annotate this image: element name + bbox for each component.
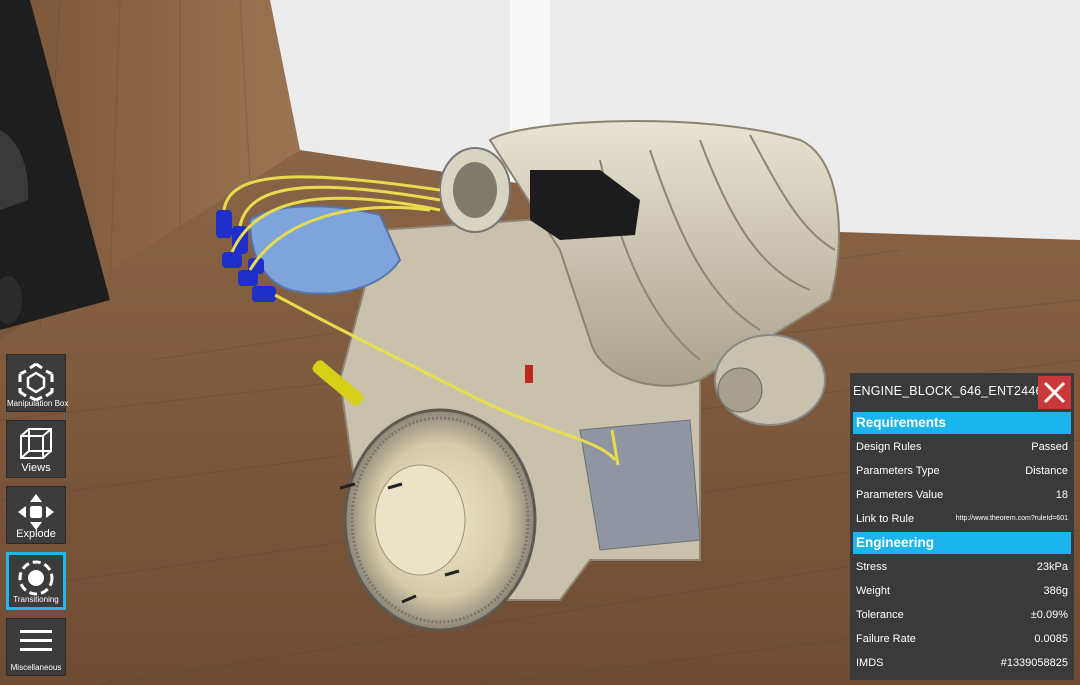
close-button[interactable]: [1038, 376, 1071, 409]
property-value: Distance: [1025, 465, 1068, 477]
property-value: Passed: [1031, 441, 1068, 453]
cube-wireframe-icon: [20, 428, 52, 459]
views-label: Views: [21, 462, 51, 474]
views-button[interactable]: Views: [6, 420, 66, 478]
property-key: Design Rules: [856, 441, 922, 453]
property-key: Failure Rate: [856, 633, 916, 645]
panel-title: ENGINE_BLOCK_646_ENT24465: [853, 384, 1050, 398]
property-key: Weight: [856, 585, 891, 597]
property-key: Tolerance: [856, 609, 904, 621]
property-row: Parameters Type Distance: [856, 463, 1068, 479]
rule-link[interactable]: http://www.theorem.com?ruleId=601: [956, 511, 1068, 527]
manipulation-box-label: Manipulation Box: [7, 399, 69, 408]
property-row: Design Rules Passed: [856, 439, 1068, 455]
property-value: 0.0085: [1034, 633, 1068, 645]
property-row: Tolerance ±0.09%: [856, 607, 1068, 623]
manipulation-box-icon: [18, 362, 54, 402]
close-icon: [1043, 381, 1066, 404]
explode-button[interactable]: Explode: [6, 486, 66, 544]
property-key: IMDS: [856, 657, 884, 669]
engineering-header: Engineering: [853, 532, 1071, 554]
property-value: #1339058825: [1000, 657, 1068, 669]
property-row: Stress 23kPa: [856, 559, 1068, 575]
property-row: Failure Rate 0.0085: [856, 631, 1068, 647]
properties-panel: ENGINE_BLOCK_646_ENT24465 Requirements D…: [850, 373, 1074, 680]
transitioning-button[interactable]: Transitioning: [6, 552, 66, 610]
requirements-header: Requirements: [853, 412, 1071, 434]
property-value: 386g: [1043, 585, 1068, 597]
property-value: 18: [1055, 489, 1068, 501]
transitioning-label: Transitioning: [13, 595, 59, 604]
explode-label: Explode: [16, 528, 56, 540]
miscellaneous-label: Miscellaneous: [10, 663, 62, 672]
property-row: Weight 386g: [856, 583, 1068, 599]
property-value: 23kPa: [1036, 561, 1068, 573]
property-value: ±0.09%: [1030, 609, 1068, 621]
transition-circle-icon: [18, 560, 54, 596]
hamburger-menu-icon: [20, 630, 52, 651]
property-row: IMDS #1339058825: [856, 655, 1068, 671]
miscellaneous-button[interactable]: Miscellaneous: [6, 618, 66, 676]
property-key: Parameters Type: [856, 465, 940, 477]
property-key: Stress: [856, 561, 888, 573]
property-row: Link to Rule http://www.theorem.com?rule…: [856, 511, 1068, 527]
manipulation-box-button[interactable]: Manipulation Box: [6, 354, 69, 412]
property-row: Parameters Value 18: [856, 487, 1068, 503]
property-key: Link to Rule: [856, 513, 915, 525]
property-key: Parameters Value: [856, 489, 944, 501]
explode-arrows-icon: [18, 494, 54, 530]
